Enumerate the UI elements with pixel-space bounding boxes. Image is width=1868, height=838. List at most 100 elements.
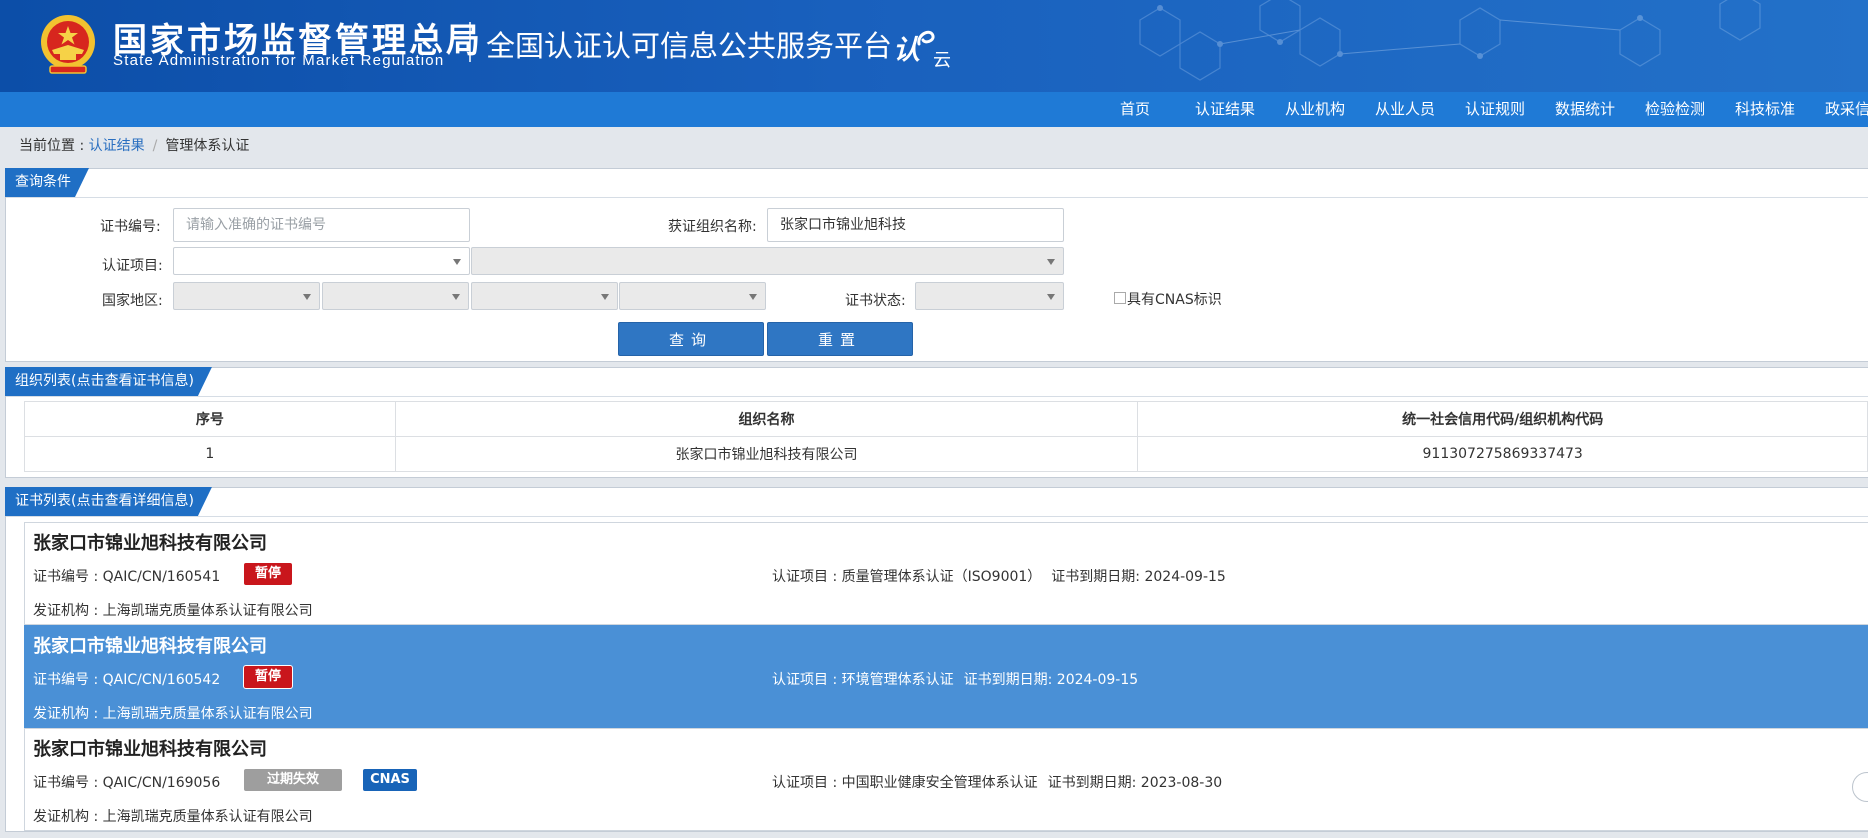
nav-item-agencies[interactable]: 从业机构 (1285, 92, 1345, 127)
search-button[interactable]: 查询 (618, 322, 764, 356)
breadcrumb-separator: / (152, 138, 158, 154)
org-table: 序号 组织名称 统一社会信用代码/组织机构代码 1 张家口市锦业旭科技有限公司 … (24, 401, 1868, 472)
cert-number-value: QAIC/CN/169056 (102, 775, 221, 791)
cnas-badge: CNAS (363, 769, 417, 791)
cert-project-prefix: 认证项目 : (772, 672, 842, 688)
cert-project-prefix: 认证项目 : (772, 775, 842, 791)
nav-item-gov-procurement[interactable]: 政采信 (1825, 92, 1868, 127)
row-credit-code: 911307275869337473 (1137, 436, 1868, 472)
cert-list-item[interactable]: 张家口市锦业旭科技有限公司 证书编号 : QAIC/CN/160542 暂停 认… (24, 625, 1868, 728)
cert-list-item[interactable]: 张家口市锦业旭科技有限公司 证书编号 : QAIC/CN/160541 暂停 认… (24, 522, 1868, 625)
cert-expiry-value: 2024-09-15 (1144, 569, 1226, 585)
cert-issuer: 发证机构 : 上海凯瑞克质量体系认证有限公司 (33, 703, 313, 723)
chevron-down-icon (1047, 294, 1055, 300)
cert-project-value: 环境管理体系认证 (841, 672, 954, 688)
cert-issuer-value: 上海凯瑞克质量体系认证有限公司 (102, 603, 313, 619)
region-country-select[interactable] (173, 282, 320, 310)
chevron-down-icon (1047, 259, 1055, 265)
nav-item-home[interactable]: 首页 (1120, 92, 1150, 127)
column-header-org-name: 组织名称 (394, 401, 1139, 437)
cert-project: 认证项目 : 中国职业健康安全管理体系认证 证书到期日期: 2023-08-30 (772, 772, 1222, 792)
cert-list-item[interactable]: 张家口市锦业旭科技有限公司 证书编号 : QAIC/CN/169056 过期失效… (24, 728, 1868, 831)
breadcrumb-current: 管理体系认证 (165, 138, 250, 154)
cert-list-panel-header: 证书列表(点击查看详细信息) (6, 488, 1868, 517)
region-province-select[interactable] (322, 282, 469, 310)
cert-issuer-prefix: 发证机构 : (33, 706, 103, 722)
breadcrumb-link-cert-results[interactable]: 认证结果 (89, 138, 145, 154)
cert-number-value: QAIC/CN/160541 (102, 569, 221, 585)
cert-expiry-prefix: 证书到期日期: (1047, 775, 1141, 791)
cert-project-category-select[interactable] (173, 247, 470, 275)
table-row[interactable]: 1 张家口市锦业旭科技有限公司 911307275869337473 (24, 436, 1868, 472)
header-divider (469, 22, 471, 62)
org-table-header: 序号 组织名称 统一社会信用代码/组织机构代码 (24, 401, 1868, 437)
national-emblem-icon (41, 15, 95, 74)
cert-org-name: 张家口市锦业旭科技有限公司 (33, 636, 267, 657)
cert-expiry-value: 2023-08-30 (1140, 775, 1223, 791)
org-name-input[interactable]: 张家口市锦业旭科技 (767, 208, 1064, 242)
nav-item-personnel[interactable]: 从业人员 (1375, 92, 1435, 127)
query-panel-title: 查询条件 (5, 168, 89, 197)
nav-item-cert-results[interactable]: 认证结果 (1195, 92, 1255, 127)
cert-issuer-prefix: 发证机构 : (33, 603, 103, 619)
cnas-checkbox[interactable] (1114, 292, 1126, 304)
nav-item-cert-rules[interactable]: 认证规则 (1465, 92, 1525, 127)
cert-project-select[interactable] (471, 247, 1064, 275)
cert-number: 证书编号 : QAIC/CN/169056 (33, 772, 220, 792)
cert-status-label: 证书状态: (845, 293, 906, 309)
status-badge-expired: 过期失效 (244, 769, 342, 791)
region-district-select[interactable] (619, 282, 766, 310)
chevron-down-icon (452, 294, 460, 300)
hexagon-pattern-decoration (1139, 0, 1761, 81)
agency-name-en: State Administration for Market Regulati… (113, 52, 445, 69)
nav-item-statistics[interactable]: 数据统计 (1555, 92, 1615, 127)
nav-item-inspection[interactable]: 检验检测 (1645, 92, 1705, 127)
cert-status-select[interactable] (915, 282, 1064, 310)
column-header-credit-code: 统一社会信用代码/组织机构代码 (1137, 401, 1868, 437)
cert-issuer-value: 上海凯瑞克质量体系认证有限公司 (102, 809, 313, 825)
cert-project: 认证项目 : 环境管理体系认证 证书到期日期: 2024-09-15 (772, 669, 1138, 689)
breadcrumb-prefix: 当前位置 : (19, 138, 89, 154)
row-index: 1 (24, 436, 396, 472)
cert-number-value: QAIC/CN/160542 (102, 672, 221, 688)
query-panel-header: 查询条件 (6, 169, 1868, 198)
cert-project-label: 认证项目: (102, 258, 163, 274)
nav-item-tech-standards[interactable]: 科技标准 (1735, 92, 1795, 127)
region-city-select[interactable] (471, 282, 618, 310)
cert-project: 认证项目 : 质量管理体系认证（ISO9001） 证书到期日期: 2024-09-… (772, 566, 1226, 586)
logo-sub: 云 (933, 50, 951, 71)
cnas-checkbox-label: 具有CNAS标识 (1127, 292, 1222, 308)
cert-number: 证书编号 : QAIC/CN/160541 (33, 566, 220, 586)
cert-org-name: 张家口市锦业旭科技有限公司 (33, 533, 267, 554)
cert-org-name: 张家口市锦业旭科技有限公司 (33, 739, 267, 760)
cert-issuer-value: 上海凯瑞克质量体系认证有限公司 (102, 706, 313, 722)
site-header: 国家市场监督管理总局 State Administration for Mark… (0, 0, 1868, 92)
row-org-name[interactable]: 张家口市锦业旭科技有限公司 (394, 436, 1139, 472)
org-list-panel-title: 组织列表(点击查看证书信息) (5, 367, 212, 396)
reset-button[interactable]: 重置 (767, 322, 913, 356)
cert-issuer-prefix: 发证机构 : (33, 809, 103, 825)
cert-expiry-value: 2024-09-15 (1056, 672, 1139, 688)
renzheng-cloud-logo: 认 云 (893, 26, 955, 71)
cert-issuer: 发证机构 : 上海凯瑞克质量体系认证有限公司 (33, 806, 313, 826)
column-header-index: 序号 (24, 401, 396, 437)
chevron-down-icon (303, 294, 311, 300)
region-label: 国家地区: (102, 293, 163, 309)
org-name-label: 获证组织名称: (668, 219, 757, 235)
cert-expiry-prefix: 证书到期日期: (1051, 569, 1145, 585)
cert-number-prefix: 证书编号 : (33, 775, 103, 791)
chevron-down-icon (453, 259, 461, 265)
status-badge-suspended: 暂停 (244, 666, 292, 688)
cert-project-value: 质量管理体系认证（ISO9001） (841, 569, 1042, 585)
cert-list-panel-title: 证书列表(点击查看详细信息) (5, 487, 212, 516)
cert-no-label: 证书编号: (100, 219, 161, 235)
cert-no-input[interactable]: 请输入准确的证书编号 (173, 208, 470, 242)
cert-project-value: 中国职业健康安全管理体系认证 (841, 775, 1038, 791)
breadcrumb: 当前位置 : 认证结果 / 管理体系认证 (19, 135, 249, 155)
cert-expiry-prefix: 证书到期日期: (963, 672, 1057, 688)
cert-number-prefix: 证书编号 : (33, 672, 103, 688)
cert-number: 证书编号 : QAIC/CN/160542 (33, 669, 220, 689)
chevron-down-icon (749, 294, 757, 300)
main-nav: 首页 认证结果 从业机构 从业人员 认证规则 数据统计 检验检测 科技标准 政采… (0, 92, 1868, 127)
cert-issuer: 发证机构 : 上海凯瑞克质量体系认证有限公司 (33, 600, 313, 620)
